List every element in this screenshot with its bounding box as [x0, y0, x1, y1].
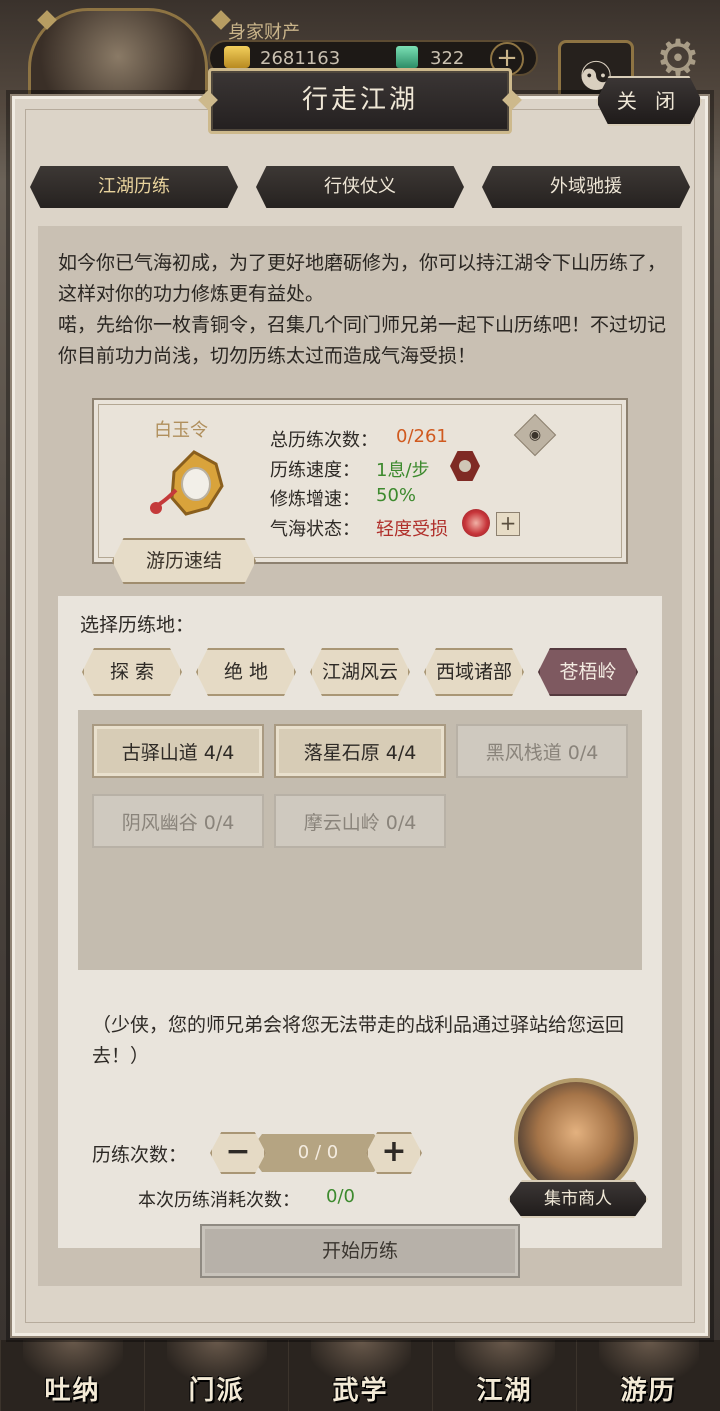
nav-item-menpai[interactable]: 门派 — [144, 1340, 288, 1411]
stat-value: 1息/步 — [376, 460, 430, 481]
nav-item-wuxue[interactable]: 武学 — [288, 1340, 432, 1411]
close-button[interactable]: 关 闭 — [596, 76, 702, 126]
intro-paragraph: 喏，先给你一枚青铜令，召集几个同门师兄弟一起下山历练吧！不过切记你目前功力尚浅，… — [58, 314, 667, 367]
stat-value: 0/261 — [396, 426, 448, 447]
dialog-title: 行走江湖 — [208, 68, 512, 134]
location-tab-jianghu-fengyun[interactable]: 江湖风云 — [310, 648, 410, 696]
decrement-button[interactable]: − — [210, 1132, 266, 1174]
sub-location-button[interactable]: 黑风栈道 0/4 — [456, 724, 628, 778]
stat-value: 50% — [376, 485, 417, 506]
location-tab-tansuo[interactable]: 探 索 — [82, 648, 182, 696]
jade-token-icon[interactable] — [146, 446, 230, 522]
stat-label: 历练速度： — [270, 460, 360, 481]
nav-label: 吐纳 — [44, 1376, 101, 1406]
increment-button[interactable]: + — [366, 1132, 422, 1174]
stat-label: 总历练次数： — [270, 430, 378, 451]
location-tab-juedi[interactable]: 绝 地 — [196, 648, 296, 696]
location-tab-xiyu-zhubu[interactable]: 西域诸部 — [424, 648, 524, 696]
intro-text: 如今你已气海初成，为了更好地磨砺修为，你可以持江湖令下山历练了，这样对你的功力修… — [58, 248, 668, 372]
select-location-label: 选择历练地： — [80, 614, 195, 636]
jade-icon — [396, 46, 418, 68]
nav-item-jianghu[interactable]: 江湖 — [432, 1340, 576, 1411]
consume-value: 0/0 — [326, 1186, 355, 1207]
sub-location-button[interactable]: 阴风幽谷 0/4 — [92, 794, 264, 848]
jade-amount: 322 — [430, 48, 465, 69]
intro-paragraph: 如今你已气海初成，为了更好地磨砺修为，你可以持江湖令下山历练了，这样对你的功力修… — [58, 252, 667, 305]
count-label: 历练次数： — [92, 1144, 188, 1166]
nav-label: 武学 — [332, 1376, 389, 1406]
stat-label: 气海状态： — [270, 519, 360, 540]
location-tab-cangwuling[interactable]: 苍梧岭 — [538, 648, 638, 696]
qi-swirl-icon — [462, 509, 490, 537]
consume-label: 本次历练消耗次数： — [138, 1190, 300, 1211]
sub-location-button[interactable]: 落星石原 4/4 — [274, 724, 446, 778]
sub-location-button[interactable]: 古驿山道 4/4 — [92, 724, 264, 778]
heal-qi-button[interactable]: + — [496, 512, 520, 536]
start-training-button[interactable]: 开始历练 — [200, 1224, 520, 1278]
merchant-button[interactable]: 集市商人 — [508, 1180, 648, 1218]
stat-value: 轻度受损 — [376, 519, 448, 540]
nav-item-youli[interactable]: 游历 — [576, 1340, 720, 1411]
token-name: 白玉令 — [154, 420, 208, 441]
nav-item-tuna[interactable]: 吐纳 — [0, 1340, 144, 1411]
nav-label: 游历 — [620, 1376, 677, 1406]
gold-amount: 2681163 — [260, 48, 341, 69]
stat-label: 修炼增速： — [270, 489, 360, 510]
nav-label: 江湖 — [476, 1376, 533, 1406]
sub-location-button[interactable]: 摩云山岭 0/4 — [274, 794, 446, 848]
bottom-nav: 吐纳 门派 武学 江湖 游历 — [0, 1340, 720, 1411]
tab-jianghu-lilian[interactable]: 江湖历练 — [30, 166, 238, 208]
nav-label: 门派 — [188, 1376, 245, 1406]
tab-xingxia-zhangyi[interactable]: 行侠仗义 — [256, 166, 464, 208]
gold-ingot-icon — [224, 46, 250, 68]
tab-waiyu-chiyuan[interactable]: 外域驰援 — [482, 166, 690, 208]
quick-finish-button[interactable]: 游历速结 — [112, 538, 256, 584]
loot-note: （少侠，您的师兄弟会将您无法带走的战利品通过驿站给您运回去！） — [92, 1014, 625, 1067]
